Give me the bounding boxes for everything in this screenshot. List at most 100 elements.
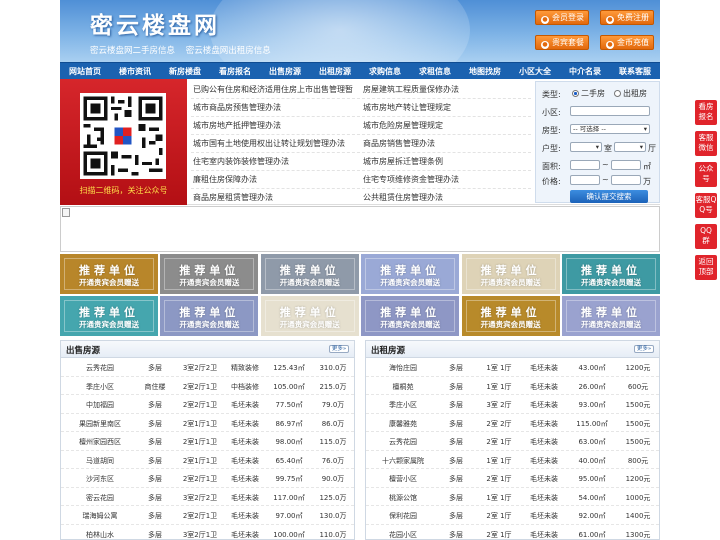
listing-cell[interactable]: 檀州家园西区 <box>69 437 131 447</box>
member-login-button[interactable]: ● 会员登录 <box>535 10 589 25</box>
listing-cell[interactable]: 季庄小区 <box>69 382 131 392</box>
listing-cell[interactable]: 柏林山水 <box>69 530 131 540</box>
listing-row[interactable]: 桃源公馆 多层 1室 1厅 毛坯未装 54.00㎡ 1000元 <box>366 488 659 506</box>
listing-row[interactable]: 海怡庄园 多层 1室 1厅 毛坯未装 43.00㎡ 1200元 <box>366 358 659 377</box>
area-min-input[interactable] <box>570 160 600 170</box>
listing-row[interactable]: 季庄小区 多层 3室 2厅 毛坯未装 93.00㎡ 1500元 <box>366 395 659 414</box>
nav-viewing-signup[interactable]: 看房报名 <box>210 63 260 79</box>
recommend-tile[interactable]: 推荐单位 开通贵宾会员赠送 <box>361 296 460 336</box>
listing-cell[interactable]: 中加福园 <box>69 400 131 410</box>
qq-group-float[interactable]: QQ 群 <box>695 224 717 249</box>
nav-map-search[interactable]: 地图找房 <box>460 63 510 79</box>
nav-communities[interactable]: 小区大全 <box>510 63 560 79</box>
listing-cell[interactable]: 保利花园 <box>372 511 434 521</box>
policy-link[interactable]: 城市房地产转让管理规定 <box>361 99 531 116</box>
recommend-tile[interactable]: 推荐单位 开通贵宾会员赠送 <box>461 254 560 294</box>
policy-link[interactable]: 商品房销售管理办法 <box>361 135 531 152</box>
recommend-tile[interactable]: 推荐单位 开通贵宾会员赠送 <box>160 254 259 294</box>
listing-row[interactable]: 云秀花园 多层 2室 1厅 毛坯未装 63.00㎡ 1500元 <box>366 432 659 451</box>
listing-row[interactable]: 果园新里南区 多层 2室1厅1卫 毛坯未装 86.97㎡ 86.0万 <box>61 414 354 432</box>
listing-cell[interactable]: 康馨雅苑 <box>372 419 434 429</box>
nav-for-sale[interactable]: 出售房源 <box>260 63 310 79</box>
recommend-tile[interactable]: 推荐单位 开通贵宾会员赠送 <box>461 296 560 336</box>
listing-row[interactable]: 柏林山水 多层 3室2厅1卫 毛坯未装 100.00㎡ 110.0万 <box>61 525 354 540</box>
area-max-input[interactable] <box>611 160 641 170</box>
back-to-top-float[interactable]: 返回 顶部 <box>695 255 717 280</box>
room-select[interactable]: ▾ <box>570 142 602 152</box>
listing-cell[interactable]: 密云花园 <box>69 493 131 503</box>
listing-row[interactable]: 花园小区 多层 2室 1厅 毛坯未装 61.00㎡ 1300元 <box>366 525 659 540</box>
recommend-tile[interactable]: 推荐单位 开通贵宾会员赠送 <box>562 296 660 336</box>
listing-row[interactable]: 马道胡同 多层 2室1厅1卫 毛坯未装 65.40㎡ 76.0万 <box>61 451 354 469</box>
type-option-secondhand[interactable]: 二手房 <box>572 88 605 99</box>
listing-row[interactable]: 瑞海姆公寓 多层 2室2厅1卫 毛坯未装 97.00㎡ 130.0万 <box>61 506 354 525</box>
listing-cell[interactable]: 海怡庄园 <box>372 363 434 373</box>
policy-link[interactable]: 已购公有住房和经济适用住房上市出售管理暂 <box>191 81 361 98</box>
policy-link[interactable]: 住宅室内装饰装修管理办法 <box>191 153 361 170</box>
policy-link[interactable]: 城市房屋拆迁管理条例 <box>361 153 531 170</box>
recommend-tile[interactable]: 推荐单位 开通贵宾会员赠送 <box>260 254 359 294</box>
nav-for-rent[interactable]: 出租房源 <box>310 63 360 79</box>
nav-contact[interactable]: 联系客服 <box>610 63 660 79</box>
viewing-signup-float[interactable]: 看房 报名 <box>695 100 717 125</box>
listing-cell[interactable]: 十六颗家属院 <box>372 456 434 466</box>
free-register-button[interactable]: ● 免费注册 <box>600 10 654 25</box>
listing-row[interactable]: 十六颗家属院 多层 1室 1厅 毛坯未装 40.00㎡ 800元 <box>366 451 659 469</box>
recommend-tile[interactable]: 推荐单位 开通贵宾会员赠送 <box>260 296 359 336</box>
listing-row[interactable]: 沙河东区 多层 2室2厅1卫 毛坯未装 99.75㎡ 90.0万 <box>61 469 354 488</box>
policy-link[interactable]: 商品房屋租赁管理办法 <box>191 189 361 206</box>
listing-cell[interactable]: 桃源公馆 <box>372 493 434 503</box>
sale-more-button[interactable]: 更多» <box>329 345 349 353</box>
rent-more-button[interactable]: 更多» <box>634 345 654 353</box>
secondhand-info-link[interactable]: 密云楼盘网二手房信息 <box>90 46 175 56</box>
site-logo[interactable]: 密云楼盘网 <box>90 6 220 40</box>
policy-link[interactable]: 城市国有土地使用权出让转让规划管理办法 <box>191 135 361 152</box>
rental-info-link[interactable]: 密云楼盘网出租房信息 <box>186 46 271 56</box>
listing-row[interactable]: 康馨雅苑 多层 2室 2厅 毛坯未装 115.00㎡ 1500元 <box>366 414 659 432</box>
recommend-tile[interactable]: 推荐单位 开通贵宾会员赠送 <box>60 296 158 336</box>
price-min-input[interactable] <box>570 175 600 185</box>
price-max-input[interactable] <box>611 175 641 185</box>
nav-new-homes[interactable]: 新房楼盘 <box>160 63 210 79</box>
search-submit-button[interactable]: 确认提交搜索 <box>570 190 648 203</box>
listing-row[interactable]: 檀营小区 多层 2室 1厅 毛坯未装 95.00㎡ 1200元 <box>366 469 659 488</box>
service-qq-float[interactable]: 客服Q Q号 <box>695 193 717 218</box>
hall-select[interactable]: ▾ <box>614 142 646 152</box>
listing-row[interactable]: 季庄小区 商住楼 2室2厅1卫 中档装修 105.00㎡ 215.0万 <box>61 377 354 395</box>
nav-wanted-buy[interactable]: 求购信息 <box>360 63 410 79</box>
house-type-select[interactable]: -- 可选择 -- ▾ <box>570 124 650 134</box>
recommend-tile[interactable]: 推荐单位 开通贵宾会员赠送 <box>160 296 259 336</box>
coin-recharge-button[interactable]: ● 金币充值 <box>600 35 654 50</box>
official-account-float[interactable]: 公众号 <box>695 162 717 187</box>
policy-link[interactable]: 城市商品房预售管理办法 <box>191 99 361 116</box>
nav-agents[interactable]: 中介名录 <box>560 63 610 79</box>
policy-link[interactable]: 公共租赁住房管理办法 <box>361 189 531 206</box>
listing-cell[interactable]: 花园小区 <box>372 530 434 540</box>
listing-cell[interactable]: 檀桐苑 <box>372 382 434 392</box>
listing-cell[interactable]: 檀营小区 <box>372 474 434 484</box>
vip-package-button[interactable]: ● 贵宾套餐 <box>535 35 589 50</box>
listing-row[interactable]: 中加福园 多层 2室2厅1卫 毛坯未装 77.50㎡ 79.0万 <box>61 395 354 414</box>
service-wechat-float[interactable]: 客服 微信 <box>695 131 717 156</box>
listing-cell[interactable]: 云秀花园 <box>69 363 131 373</box>
listing-row[interactable]: 密云花园 多层 3室2厅2卫 毛坯未装 117.00㎡ 125.0万 <box>61 488 354 506</box>
listing-cell[interactable]: 果园新里南区 <box>69 419 131 429</box>
policy-link[interactable]: 房屋建筑工程质量保修办法 <box>361 81 531 98</box>
policy-link[interactable]: 住宅专项维修资金管理办法 <box>361 171 531 188</box>
listing-cell[interactable]: 马道胡同 <box>69 456 131 466</box>
recommend-tile[interactable]: 推荐单位 开通贵宾会员赠送 <box>60 254 158 294</box>
policy-link[interactable]: 廉租住房保障办法 <box>191 171 361 188</box>
recommend-tile[interactable]: 推荐单位 开通贵宾会员赠送 <box>562 254 660 294</box>
recommend-tile[interactable]: 推荐单位 开通贵宾会员赠送 <box>361 254 460 294</box>
policy-link[interactable]: 城市房地产抵押管理办法 <box>191 117 361 134</box>
listing-cell[interactable]: 季庄小区 <box>372 400 434 410</box>
type-option-rental[interactable]: 出租房 <box>614 88 647 99</box>
listing-row[interactable]: 保利花园 多层 2室 1厅 毛坯未装 92.00㎡ 1400元 <box>366 506 659 525</box>
listing-row[interactable]: 檀桐苑 多层 1室 1厅 毛坯未装 26.00㎡ 600元 <box>366 377 659 395</box>
listing-row[interactable]: 檀州家园西区 多层 2室1厅1卫 毛坯未装 98.00㎡ 115.0万 <box>61 432 354 451</box>
nav-home[interactable]: 网站首页 <box>60 63 110 79</box>
policy-link[interactable]: 城市危险房屋管理规定 <box>361 117 531 134</box>
listing-row[interactable]: 云秀花园 多层 3室2厅2卫 精致装修 125.43㎡ 310.0万 <box>61 358 354 377</box>
community-input[interactable] <box>570 106 650 116</box>
listing-cell[interactable]: 瑞海姆公寓 <box>69 511 131 521</box>
